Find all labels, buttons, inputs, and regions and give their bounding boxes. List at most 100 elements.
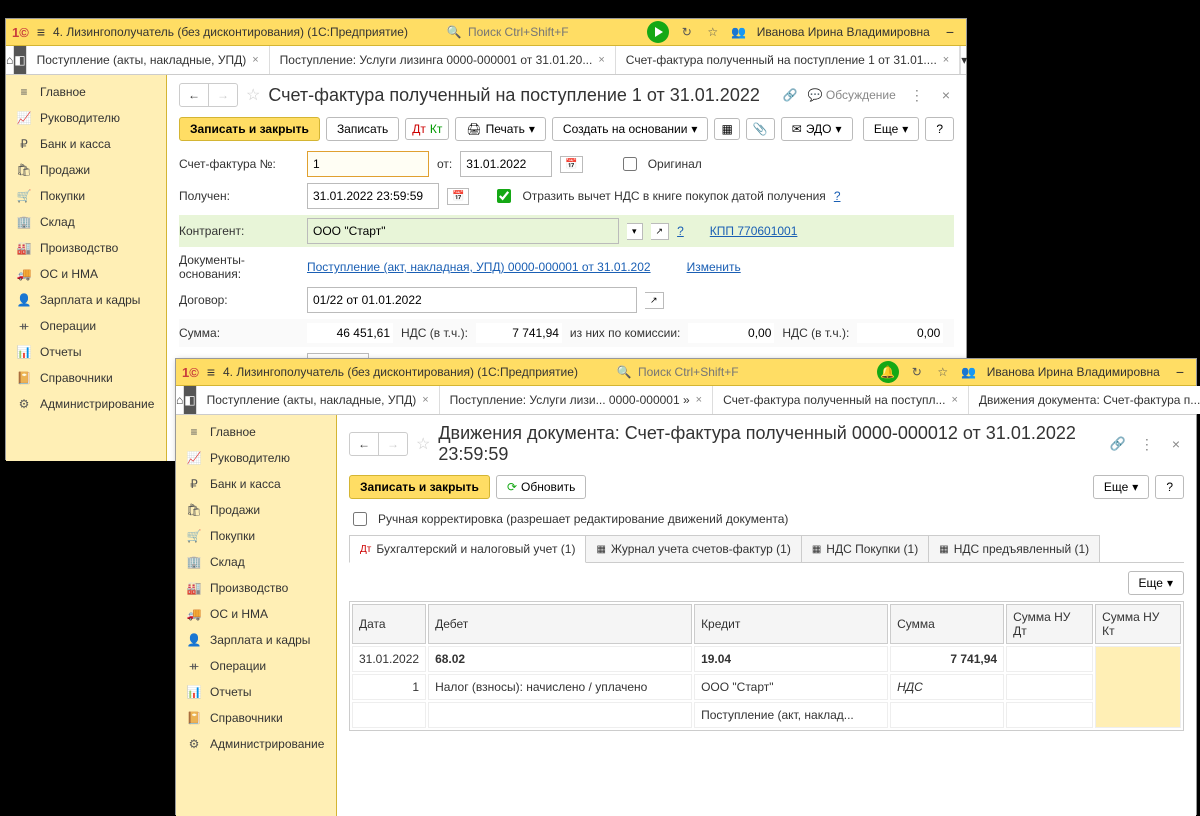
sidebar-item-main[interactable]: ≡Главное xyxy=(6,79,166,105)
sidebar-item-sales[interactable]: 🛍Продажи xyxy=(176,497,336,523)
reflect-checkbox[interactable] xyxy=(497,189,511,203)
subtab-vat-buy[interactable]: ▦НДС Покупки (1) xyxy=(801,535,929,562)
col-sum-nu-dt[interactable]: Сумма НУ Дт xyxy=(1006,604,1093,644)
sidebar-item-sales[interactable]: 🛍Продажи xyxy=(6,157,166,183)
sidebar-item-manager[interactable]: 📈Руководителю xyxy=(176,445,336,471)
discuss-btn[interactable]: 💬 Обсуждение xyxy=(808,88,896,102)
forward-btn[interactable]: → xyxy=(379,433,407,455)
close-icon[interactable]: × xyxy=(943,54,949,66)
more-btn[interactable]: Еще ▾ xyxy=(1093,475,1149,499)
original-checkbox[interactable] xyxy=(623,157,637,171)
cp-help[interactable]: ? xyxy=(677,224,684,238)
close-icon[interactable]: × xyxy=(598,54,604,66)
save-btn[interactable]: Записать xyxy=(326,117,399,141)
open-btn[interactable]: ↗ xyxy=(651,223,670,240)
pin-btn[interactable]: ◧ xyxy=(184,386,196,414)
sidebar-item-reports[interactable]: 📊Отчеты xyxy=(176,679,336,705)
basis-link[interactable]: Поступление (акт, накладная, УПД) 0000-0… xyxy=(307,260,651,274)
close-icon[interactable]: × xyxy=(252,54,258,66)
minimize-btn[interactable]: − xyxy=(1170,364,1190,380)
attach-btn[interactable]: 📎 xyxy=(746,118,775,140)
pin-btn[interactable]: ◧ xyxy=(14,46,26,74)
sidebar-item-reports[interactable]: 📊Отчеты xyxy=(6,339,166,365)
close-icon[interactable]: × xyxy=(696,394,702,406)
search-input[interactable] xyxy=(636,364,780,380)
sidebar-item-hr[interactable]: 👤Зарплата и кадры xyxy=(176,627,336,653)
sidebar-item-assets[interactable]: 🚚ОС и НМА xyxy=(176,601,336,627)
sidebar-item-warehouse[interactable]: 🏢Склад xyxy=(176,549,336,575)
dropdown-btn[interactable]: ▾ xyxy=(627,223,643,240)
close-doc-icon[interactable]: × xyxy=(938,87,954,103)
refresh-btn[interactable]: ⟳ Обновить xyxy=(496,475,586,499)
close-doc-icon[interactable]: × xyxy=(1168,436,1184,452)
open-btn[interactable]: ↗ xyxy=(645,292,664,309)
sidebar-item-warehouse[interactable]: 🏢Склад xyxy=(6,209,166,235)
save-close-btn[interactable]: Записать и закрыть xyxy=(179,117,320,141)
col-date[interactable]: Дата xyxy=(352,604,426,644)
sidebar-item-bank[interactable]: ₽Банк и касса xyxy=(176,471,336,497)
change-link[interactable]: Изменить xyxy=(687,260,741,274)
calendar-icon[interactable]: 📅 xyxy=(560,156,582,173)
favorite-icon[interactable]: ☆ xyxy=(246,85,260,105)
grid-more-btn[interactable]: Еще ▾ xyxy=(1128,571,1184,595)
help-btn[interactable]: ? xyxy=(1155,475,1184,499)
help-btn[interactable]: ? xyxy=(925,117,954,141)
close-icon[interactable]: × xyxy=(951,394,957,406)
sidebar-item-main[interactable]: ≡Главное xyxy=(176,419,336,445)
search-input[interactable] xyxy=(466,24,610,40)
history-icon[interactable]: ↻ xyxy=(679,24,695,40)
more-menu-icon[interactable]: ⋮ xyxy=(1136,436,1158,453)
users-icon[interactable]: 👥 xyxy=(731,24,747,40)
minimize-btn[interactable]: − xyxy=(940,24,960,40)
counterparty-input[interactable] xyxy=(307,218,619,244)
sidebar-item-admin[interactable]: ⚙Администрирование xyxy=(6,391,166,417)
sidebar-item-bank[interactable]: ₽Банк и касса xyxy=(6,131,166,157)
col-debit[interactable]: Дебет xyxy=(428,604,692,644)
play-icon[interactable] xyxy=(647,21,669,43)
from-input[interactable] xyxy=(460,151,552,177)
favorite-icon[interactable]: ☆ xyxy=(416,434,430,454)
col-sum[interactable]: Сумма xyxy=(890,604,1004,644)
sidebar-item-purchases[interactable]: 🛒Покупки xyxy=(6,183,166,209)
star-icon[interactable]: ☆ xyxy=(705,24,721,40)
create-based-btn[interactable]: Создать на основании ▾ xyxy=(552,117,709,141)
sidebar-item-catalogs[interactable]: 📔Справочники xyxy=(6,365,166,391)
kpp-link[interactable]: КПП 770601001 xyxy=(710,224,798,238)
tab-movements[interactable]: Движения документа: Счет-фактура п...× xyxy=(969,386,1200,414)
contract-input[interactable] xyxy=(307,287,637,313)
star-icon[interactable]: ☆ xyxy=(935,364,951,380)
edo-btn[interactable]: ✉ ЭДО ▾ xyxy=(781,117,853,141)
hamburger-icon[interactable]: ≡ xyxy=(207,364,215,380)
num-input[interactable] xyxy=(307,151,429,177)
link-icon[interactable]: 🔗 xyxy=(783,88,798,102)
received-input[interactable] xyxy=(307,183,439,209)
subtab-journal[interactable]: ▦Журнал учета счетов-фактур (1) xyxy=(585,535,801,562)
user-name[interactable]: Иванова Ирина Владимировна xyxy=(757,25,930,39)
tab-leasing[interactable]: Поступление: Услуги лизи... 0000-000001 … xyxy=(440,386,713,414)
home-btn[interactable]: ⌂ xyxy=(176,386,184,414)
history-icon[interactable]: ↻ xyxy=(909,364,925,380)
tab-leasing[interactable]: Поступление: Услуги лизинга 0000-000001 … xyxy=(270,46,616,74)
more-menu-icon[interactable]: ⋮ xyxy=(906,87,928,104)
print-btn[interactable]: 🖨 Печать ▾ xyxy=(455,117,546,141)
sidebar-item-operations[interactable]: ᚑОперации xyxy=(6,313,166,339)
bell-icon[interactable]: 🔔 xyxy=(877,361,899,383)
close-icon[interactable]: × xyxy=(422,394,428,406)
tab-invoice[interactable]: Счет-фактура полученный на поступл...× xyxy=(713,386,969,414)
hamburger-icon[interactable]: ≡ xyxy=(37,24,45,40)
subtab-vat-presented[interactable]: ▦НДС предъявленный (1) xyxy=(928,535,1100,562)
sidebar-item-purchases[interactable]: 🛒Покупки xyxy=(176,523,336,549)
sidebar-item-hr[interactable]: 👤Зарплата и кадры xyxy=(6,287,166,313)
scan-btn[interactable]: ▦ xyxy=(714,118,739,140)
tab-invoice[interactable]: Счет-фактура полученный на поступление 1… xyxy=(616,46,960,74)
tab-dropdown[interactable]: ▾ xyxy=(960,46,967,74)
col-sum-nu-kt[interactable]: Сумма НУ Кт xyxy=(1095,604,1181,644)
calendar-icon[interactable]: 📅 xyxy=(447,188,469,205)
back-btn[interactable]: ← xyxy=(180,84,209,106)
user-name[interactable]: Иванова Ирина Владимировна xyxy=(987,365,1160,379)
tab-receipts[interactable]: Поступление (акты, накладные, УПД)× xyxy=(27,46,270,74)
more-btn[interactable]: Еще ▾ xyxy=(863,117,919,141)
col-credit[interactable]: Кредит xyxy=(694,604,888,644)
manual-checkbox[interactable] xyxy=(353,512,367,526)
sidebar-item-assets[interactable]: 🚚ОС и НМА xyxy=(6,261,166,287)
